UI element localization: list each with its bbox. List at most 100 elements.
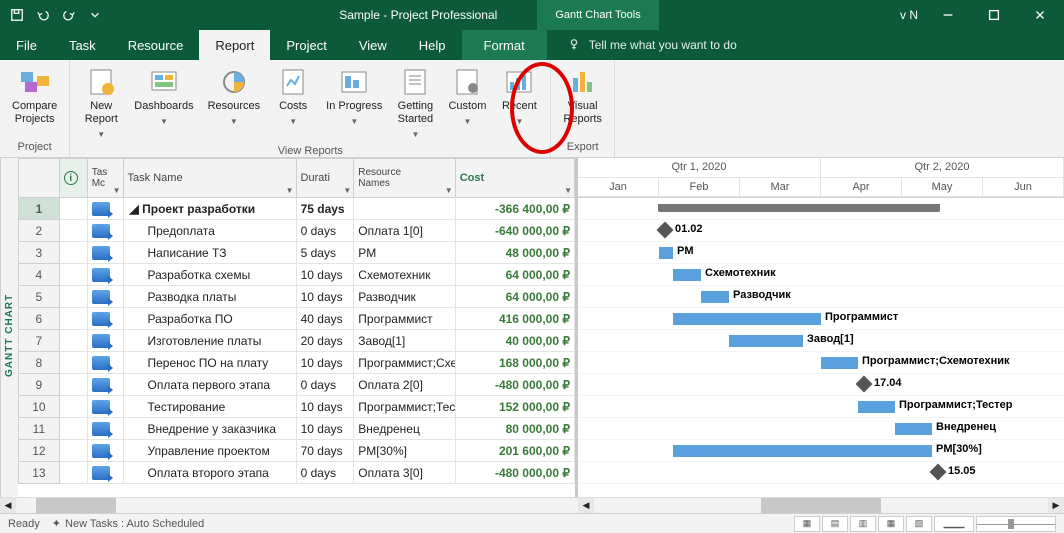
cell-duration[interactable]: 10 days xyxy=(297,396,355,418)
costs-button[interactable]: Costs▼ xyxy=(268,64,318,143)
status-newtasks[interactable]: ✦ New Tasks : Auto Scheduled xyxy=(52,517,204,530)
cell-mode[interactable] xyxy=(88,418,124,440)
cell-taskname[interactable]: Разработка схемы xyxy=(124,264,297,286)
task-bar[interactable] xyxy=(701,291,729,303)
cell-resources[interactable]: Разводчик xyxy=(354,286,455,308)
cell-taskname[interactable]: Оплата второго этапа xyxy=(124,462,297,484)
undo-button[interactable] xyxy=(32,4,54,26)
cell-info[interactable] xyxy=(60,308,88,330)
grid-scrollbar[interactable]: ◀▶ xyxy=(18,497,578,513)
cell-mode[interactable] xyxy=(88,198,124,220)
cell-taskname[interactable]: Написание ТЗ xyxy=(124,242,297,264)
cell-duration[interactable]: 0 days xyxy=(297,462,355,484)
cell-duration[interactable]: 0 days xyxy=(297,374,355,396)
dashboards-button[interactable]: Dashboards▼ xyxy=(128,64,199,143)
cell-resources[interactable]: Программист;Схемотехник xyxy=(354,352,455,374)
cell-taskname[interactable]: Оплата первого этапа xyxy=(124,374,297,396)
table-row[interactable]: 12Управление проектом70 daysPM[30%]201 6… xyxy=(18,440,575,462)
view-team-button[interactable]: ▥ xyxy=(850,516,876,532)
cell-cost[interactable]: -480 000,00 ₽ xyxy=(456,374,575,396)
cell-cost[interactable]: 201 600,00 ₽ xyxy=(456,440,575,462)
zoom-slider[interactable] xyxy=(976,516,1056,532)
task-bar[interactable] xyxy=(821,357,858,369)
table-row[interactable]: 7Изготовление платы20 daysЗавод[1]40 000… xyxy=(18,330,575,352)
header-mode[interactable]: Tas Mc▼ xyxy=(88,158,124,198)
table-row[interactable]: 3Написание ТЗ5 daysPM48 000,00 ₽ xyxy=(18,242,575,264)
cell-taskname[interactable]: Изготовление платы xyxy=(124,330,297,352)
close-button[interactable] xyxy=(1018,0,1062,30)
cell-info[interactable] xyxy=(60,286,88,308)
milestone[interactable] xyxy=(657,222,674,239)
cell-resources[interactable]: Оплата 1[0] xyxy=(354,220,455,242)
row-number[interactable]: 9 xyxy=(18,374,60,396)
tab-report[interactable]: Report xyxy=(199,30,270,60)
row-number[interactable]: 3 xyxy=(18,242,60,264)
cell-resources[interactable]: Внедренец xyxy=(354,418,455,440)
cell-info[interactable] xyxy=(60,198,88,220)
cell-info[interactable] xyxy=(60,242,88,264)
gantt-scrollbar[interactable]: ◀▶ xyxy=(578,497,1064,513)
cell-info[interactable] xyxy=(60,220,88,242)
qat-dropdown[interactable] xyxy=(84,4,106,26)
recent-button[interactable]: Recent▼ xyxy=(494,64,544,143)
cell-resources[interactable]: Схемотехник xyxy=(354,264,455,286)
view-gantt-button[interactable]: ▦ xyxy=(794,516,820,532)
cell-info[interactable] xyxy=(60,462,88,484)
cell-duration[interactable]: 0 days xyxy=(297,220,355,242)
tell-me-search[interactable]: Tell me what you want to do xyxy=(547,30,737,60)
table-row[interactable]: 2Предоплата0 daysОплата 1[0]-640 000,00 … xyxy=(18,220,575,242)
tab-file[interactable]: File xyxy=(0,30,53,60)
table-row[interactable]: 8Перенос ПО на плату10 daysПрограммист;С… xyxy=(18,352,575,374)
milestone[interactable] xyxy=(856,376,873,393)
table-row[interactable]: 10Тестирование10 daysПрограммист;Тестер1… xyxy=(18,396,575,418)
header-resources[interactable]: Resource Names▼ xyxy=(354,158,455,198)
cell-cost[interactable]: 168 000,00 ₽ xyxy=(456,352,575,374)
cell-taskname[interactable]: Предоплата xyxy=(124,220,297,242)
row-number[interactable]: 6 xyxy=(18,308,60,330)
row-number[interactable]: 10 xyxy=(18,396,60,418)
view-side-label[interactable]: GANTT CHART xyxy=(0,158,18,513)
row-number[interactable]: 8 xyxy=(18,352,60,374)
cell-info[interactable] xyxy=(60,330,88,352)
task-bar[interactable] xyxy=(659,247,673,259)
header-duration[interactable]: Durati▼ xyxy=(297,158,355,198)
cell-taskname[interactable]: Управление проектом xyxy=(124,440,297,462)
cell-resources[interactable]: Программист;Тестер xyxy=(354,396,455,418)
view-task-button[interactable]: ▤ xyxy=(822,516,848,532)
minimize-button[interactable] xyxy=(926,0,970,30)
cell-resources[interactable]: PM[30%] xyxy=(354,440,455,462)
milestone[interactable] xyxy=(930,464,947,481)
cell-mode[interactable] xyxy=(88,330,124,352)
header-info[interactable]: i xyxy=(60,158,88,198)
cell-info[interactable] xyxy=(60,264,88,286)
cell-mode[interactable] xyxy=(88,462,124,484)
custom-button[interactable]: Custom▼ xyxy=(442,64,492,143)
cell-taskname[interactable]: Перенос ПО на плату xyxy=(124,352,297,374)
cell-taskname[interactable]: Разработка ПО xyxy=(124,308,297,330)
tab-project[interactable]: Project xyxy=(270,30,342,60)
cell-resources[interactable]: Оплата 2[0] xyxy=(354,374,455,396)
cell-resources[interactable]: PM xyxy=(354,242,455,264)
view-resource-button[interactable]: ▦ xyxy=(878,516,904,532)
maximize-button[interactable] xyxy=(972,0,1016,30)
table-row[interactable]: 13Оплата второго этапа0 daysОплата 3[0]-… xyxy=(18,462,575,484)
cell-mode[interactable] xyxy=(88,264,124,286)
cell-duration[interactable]: 75 days xyxy=(297,198,355,220)
row-number[interactable]: 12 xyxy=(18,440,60,462)
task-bar[interactable] xyxy=(858,401,895,413)
cell-cost[interactable]: 416 000,00 ₽ xyxy=(456,308,575,330)
cell-mode[interactable] xyxy=(88,308,124,330)
getting-started-button[interactable]: Getting Started▼ xyxy=(390,64,440,143)
save-button[interactable] xyxy=(6,4,28,26)
zoom-out-button[interactable]: ▁▁▁ xyxy=(934,516,974,532)
table-row[interactable]: 5Разводка платы10 daysРазводчик64 000,00… xyxy=(18,286,575,308)
tab-view[interactable]: View xyxy=(343,30,403,60)
header-cost[interactable]: Cost▼ xyxy=(456,158,575,198)
cell-mode[interactable] xyxy=(88,352,124,374)
cell-duration[interactable]: 10 days xyxy=(297,418,355,440)
cell-taskname[interactable]: Внедрение у заказчика xyxy=(124,418,297,440)
cell-mode[interactable] xyxy=(88,286,124,308)
task-bar[interactable] xyxy=(673,313,821,325)
tab-resource[interactable]: Resource xyxy=(112,30,200,60)
table-row[interactable]: 4Разработка схемы10 daysСхемотехник64 00… xyxy=(18,264,575,286)
